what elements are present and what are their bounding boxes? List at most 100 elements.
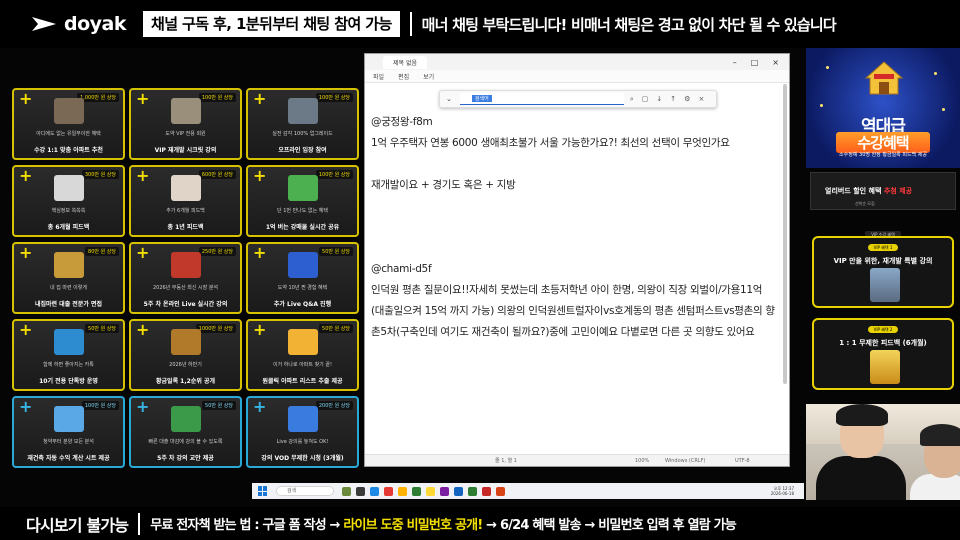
benefit-image xyxy=(171,98,201,124)
promo-banner: 역대급 수강혜택 소수정예 30명 한정 황금일록 피드백 제공 xyxy=(806,48,960,168)
text-line: 재개발이요 + 경기도 혹은 + 지방 xyxy=(371,179,516,191)
early-bird-tag: 선착순 모집 xyxy=(855,201,875,206)
benefit-card: +80만 원 상당 내 집 마련 이렇게 내집마련 대출 전문가 면접 xyxy=(12,242,125,314)
start-icon[interactable] xyxy=(258,486,268,496)
benefit-card: +50만 원 상당 함께 하면 좋아지는 카톡 10기 전용 단톡방 운영 xyxy=(12,319,125,391)
value-badge: 100만 원 상당 xyxy=(81,401,119,410)
benefit-image xyxy=(54,406,84,432)
manner-notice: 매너 채팅 부탁드립니다! 비매너 채팅은 경고 없이 차단 될 수 있습니다 xyxy=(421,15,837,34)
benefit-title: 황금일록 1,2순위 공개 xyxy=(156,378,215,385)
benefit-card: +50만 원 상당 빠른 대출 마감에 강의 볼 수 있도록 5주 차 강의 교안 … xyxy=(129,396,242,468)
taskbar-clock[interactable]: 오후 12:37 2026-06-18 xyxy=(771,486,794,496)
benefit-card: +600만 원 상당 추가 6개월 피드백 총 1년 피드백 xyxy=(129,165,242,237)
promo-headline-2: 수강혜택 xyxy=(836,132,930,153)
app-icon[interactable] xyxy=(496,486,505,496)
benefit-card: +100만 원 상당 실전 감각 100% 업그레이드 오프라인 임장 참여 xyxy=(246,88,359,160)
chevron-down-icon[interactable]: ⌄ xyxy=(446,95,452,103)
close-icon[interactable]: × xyxy=(772,58,779,67)
find-bar: ⌄ 검색어 ⌕ ▢ ↓ ↑ ⚙ × xyxy=(439,90,717,108)
benefit-caption: 이거 하나로 아파트 찾기 끝! xyxy=(273,362,332,368)
notepad-text-area[interactable]: @궁정왕-f8m 1억 우주택자 연봉 6000 생애최초불가 서울 가능한가요?… xyxy=(371,112,775,452)
benefit-caption: Live 강의를 놓쳐도 OK! xyxy=(276,439,329,445)
logo-arrow-icon xyxy=(30,13,60,35)
vip-card-1: VIP 혜택 1 VIP 만을 위한, 재개발 특별 강의 xyxy=(812,236,954,308)
find-input[interactable]: 검색어 xyxy=(459,93,624,105)
find-next-icon[interactable]: ↓ xyxy=(656,95,662,104)
promo-subtext: 소수정예 30명 한정 황금일록 피드백 제공 xyxy=(839,152,927,158)
value-badge: 50만 원 상당 xyxy=(202,401,236,410)
value-badge: 50만 원 상당 xyxy=(85,324,119,333)
benefit-card: +50만 원 상당 이거 하나로 아파트 찾기 끝! 원클릭 아파트 리스트 추출 … xyxy=(246,319,359,391)
chrome-icon[interactable] xyxy=(384,486,393,496)
benefit-image xyxy=(288,98,318,124)
plus-icon: + xyxy=(136,89,150,108)
benefit-caption: 아디에도 없는 유일무이한 혜택 xyxy=(36,131,101,137)
menu-file[interactable]: 파일 xyxy=(373,72,384,81)
doyak-logo: doyak xyxy=(30,13,140,35)
text-line: 인덕원 평촌 질문이요!!자세히 못썼는데 초등저학년 아이 한명, 의왕이 직… xyxy=(371,284,775,338)
kakao-icon[interactable] xyxy=(426,486,435,496)
folder-icon[interactable] xyxy=(398,486,407,496)
benefit-title: 원클릭 아파트 리스트 추출 제공 xyxy=(262,378,343,385)
value-badge: 300만 원 상당 xyxy=(81,170,119,179)
benefit-card: +100만 원 상당 단 1번 만나도 없는 혜택 1억 버는 강매물 실시간 공유 xyxy=(246,165,359,237)
benefit-title: 강의 VOD 무제한 시청 (3개월) xyxy=(261,455,344,462)
benefit-title: 10기 전용 단톡방 운영 xyxy=(39,378,98,385)
status-zoom: 100% xyxy=(635,457,650,464)
menu-edit[interactable]: 편집 xyxy=(398,72,409,81)
benefit-title: 오프라인 임장 참여 xyxy=(278,147,327,154)
word-icon[interactable] xyxy=(454,486,463,496)
status-bar: 줄 1, 열 1 100% Windows (CRLF) UTF-8 xyxy=(365,454,789,466)
scrollbar[interactable] xyxy=(783,84,787,384)
options-icon[interactable]: ⚙ xyxy=(684,95,690,104)
text-line xyxy=(371,238,775,259)
text-line xyxy=(371,154,775,175)
plus-icon: + xyxy=(253,320,267,339)
app-icon[interactable] xyxy=(440,486,449,496)
divider xyxy=(138,512,141,535)
value-badge: 600만 원 상당 xyxy=(198,170,236,179)
app-icon[interactable] xyxy=(356,486,365,496)
excel-icon[interactable] xyxy=(468,486,477,496)
notepad-menubar: 파일 편집 보기 xyxy=(365,70,789,83)
search-icon[interactable]: ⌕ xyxy=(630,95,634,104)
building-image xyxy=(870,268,900,302)
app-icon[interactable] xyxy=(342,486,351,496)
benefit-card: +50만 원 상당 도약 10년 찐 경험 혜택 추가 Live Q&A 진행 xyxy=(246,242,359,314)
notepad-window[interactable]: 제목 없음 – □ × 파일 편집 보기 ⌄ 검색어 ⌕ ▢ ↓ ↑ ⚙ × @… xyxy=(364,53,790,467)
vip-pill: VIP 혜택 1 xyxy=(868,244,898,251)
notepad-tab[interactable]: 제목 없음 xyxy=(383,55,427,69)
benefit-caption: 도약 VIP 전용 회원 xyxy=(165,131,206,137)
find-prev-icon[interactable]: ↑ xyxy=(670,95,676,104)
benefit-image xyxy=(171,175,201,201)
minimize-icon[interactable]: – xyxy=(733,58,737,67)
benefit-title: 5주 차 강의 교안 제공 xyxy=(157,455,214,462)
edge-icon[interactable] xyxy=(370,486,379,496)
match-case-icon[interactable]: ▢ xyxy=(642,95,649,104)
value-badge: 80만 원 상당 xyxy=(85,247,119,256)
menu-view[interactable]: 보기 xyxy=(423,72,434,81)
maximize-icon[interactable]: □ xyxy=(751,58,759,67)
stream-screen: doyak 채널 구독 후, 1분뒤부터 채팅 참여 가능 매너 채팅 부탁드립… xyxy=(0,0,960,540)
ebook-instructions: 무료 전자책 받는 법 : 구글 폼 작성 → 라이브 도중 비밀번호 공개! … xyxy=(150,518,737,533)
text-line: @궁정왕-f8m xyxy=(371,116,433,128)
plus-icon: + xyxy=(19,89,33,108)
plus-icon: + xyxy=(19,243,33,262)
benefit-image xyxy=(288,252,318,278)
benefit-image xyxy=(288,329,318,355)
benefit-caption: 청약부터 분양 모든 분석 xyxy=(43,439,94,445)
taskbar-search[interactable]: 검색 xyxy=(276,486,334,496)
benefit-card: +1000만 원 상당 2026년 하반기 황금일록 1,2순위 공개 xyxy=(129,319,242,391)
plus-icon: + xyxy=(136,397,150,416)
benefit-card: +250만 원 상당 2026년 부동산 최신 시장 분석 5주 차 온라인 Liv… xyxy=(129,242,242,314)
app-icon[interactable] xyxy=(482,486,491,496)
benefit-title: 5주 차 온라인 Live 실시간 강의 xyxy=(143,301,228,308)
value-badge: 50만 원 상당 xyxy=(319,247,353,256)
app-icon[interactable] xyxy=(412,486,421,496)
benefit-image xyxy=(54,175,84,201)
plus-icon: + xyxy=(19,166,33,185)
vip-title: VIP 만을 위한, 재개발 특별 강의 xyxy=(833,257,933,265)
close-find-icon[interactable]: × xyxy=(698,95,704,104)
plus-icon: + xyxy=(253,89,267,108)
benefit-title: 총 1년 피드백 xyxy=(167,224,204,231)
